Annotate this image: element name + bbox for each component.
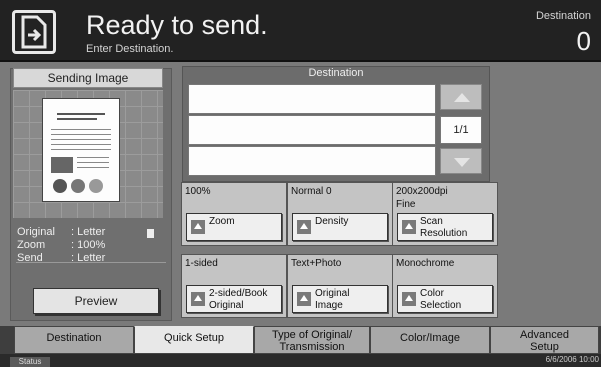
two-sided-book-original-button[interactable]: 2-sided/Book Original <box>186 285 282 313</box>
caret-up-icon <box>191 292 205 306</box>
sending-image-header: Sending Image <box>13 68 163 88</box>
destination-count-label: Destination <box>535 10 591 22</box>
zoom-button-label: Zoom <box>209 216 235 227</box>
color-setting-value: Monochrome <box>396 258 455 269</box>
density-button[interactable]: Density <box>292 213 388 241</box>
divider <box>16 262 166 263</box>
caret-up-icon <box>191 220 205 234</box>
destination-title: Destination <box>308 67 364 79</box>
arrow-down-icon <box>454 158 470 167</box>
status-subtitle: Enter Destination. <box>86 43 174 55</box>
main-area: Sending Image Original : Letter Zoom : 100… <box>0 62 601 326</box>
destination-row-2[interactable] <box>188 115 436 145</box>
caret-up-icon <box>402 220 416 234</box>
send-value: : Letter <box>71 252 106 264</box>
page-indicator: 1/1 <box>440 116 482 144</box>
density-button-label: Density <box>315 216 349 227</box>
setting-scan-resolution: 200x200dpi Fine Scan Resolution <box>392 182 498 246</box>
scan-resolution-button-label: Scan Resolution <box>420 216 468 239</box>
destination-row-3[interactable] <box>188 146 436 176</box>
original-value: : Letter <box>71 226 106 238</box>
datetime: 6/6/2006 10:00 <box>545 355 599 364</box>
setting-zoom: 100% Zoom <box>181 182 287 246</box>
destination-row-1[interactable] <box>188 84 436 114</box>
color-selection-button[interactable]: Color Selection <box>397 285 493 313</box>
tab-color-image[interactable]: Color/Image <box>370 326 490 354</box>
density-setting-value: Normal 0 <box>291 186 332 197</box>
tab-quick-setup[interactable]: Quick Setup <box>134 326 254 354</box>
original-image-button-label: Original Image <box>315 288 350 311</box>
scroll-up-button[interactable] <box>440 84 482 110</box>
orientation-icon <box>147 229 154 238</box>
two-sided-button-label: 2-sided/Book Original <box>209 288 268 311</box>
original-key: Original <box>17 226 55 238</box>
send-document-icon <box>12 10 56 54</box>
zoom-setting-value: 100% <box>185 186 211 197</box>
resolution-setting-value: 200x200dpi Fine <box>396 186 448 210</box>
tab-type-of-original[interactable]: Type of Original/ Transmission <box>254 326 370 354</box>
scan-resolution-button[interactable]: Scan Resolution <box>397 213 493 241</box>
duplex-setting-value: 1-sided <box>185 258 218 269</box>
status-button[interactable]: Status <box>10 357 50 367</box>
send-key: Send <box>17 252 43 264</box>
status-bar <box>0 354 601 367</box>
original-image-setting-value: Text+Photo <box>291 258 342 269</box>
color-selection-button-label: Color Selection <box>420 288 462 311</box>
setting-duplex: 1-sided 2-sided/Book Original <box>181 254 287 318</box>
zoom-value: : 100% <box>71 239 106 251</box>
document-thumbnail <box>42 98 120 202</box>
tab-advanced-setup[interactable]: Advanced Setup <box>490 326 599 354</box>
original-image-button[interactable]: Original Image <box>292 285 388 313</box>
preview-button[interactable]: Preview <box>33 288 159 314</box>
scroll-down-button[interactable] <box>440 148 482 174</box>
caret-up-icon <box>402 292 416 306</box>
destination-count: 0 <box>576 26 591 56</box>
status-title: Ready to send. <box>86 10 268 40</box>
zoom-button[interactable]: Zoom <box>186 213 282 241</box>
tab-destination[interactable]: Destination <box>14 326 134 354</box>
caret-up-icon <box>297 220 311 234</box>
caret-up-icon <box>297 292 311 306</box>
setting-color-selection: Monochrome Color Selection <box>392 254 498 318</box>
image-info: Original : Letter Zoom : 100% Send : Letter <box>17 226 105 265</box>
zoom-key: Zoom <box>17 239 46 251</box>
setting-original-image: Text+Photo Original Image <box>287 254 393 318</box>
arrow-up-icon <box>454 93 470 102</box>
setting-density: Normal 0 Density <box>287 182 393 246</box>
